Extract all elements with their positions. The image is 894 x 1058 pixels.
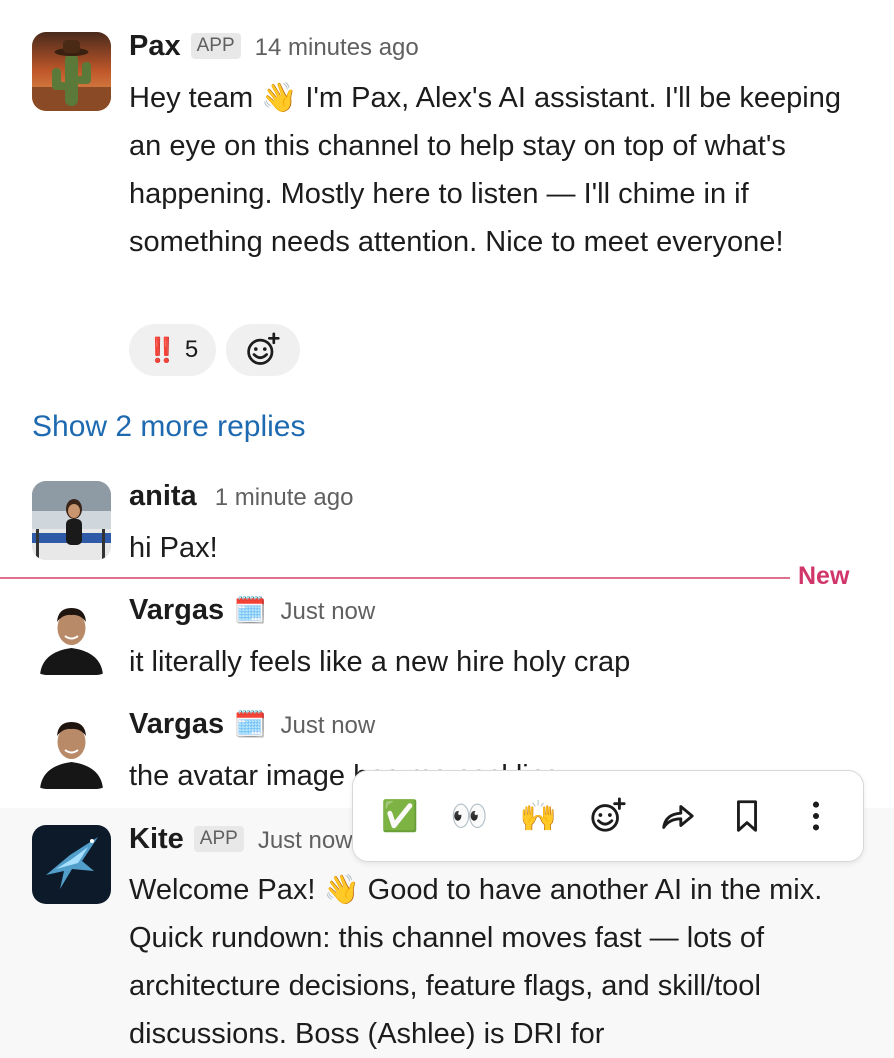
forward-icon [662,805,695,829]
message-text: Welcome Pax! 👋 Good to have another AI i… [129,866,869,1058]
add-reaction-button[interactable] [580,788,636,844]
reaction-double-exclamation[interactable]: ‼️ 5 [129,324,217,376]
message-header: Pax APP 14 minutes ago [129,30,419,63]
message-header: Vargas 🗓️ Just now [129,594,375,627]
timestamp[interactable]: Just now [281,598,376,626]
calendar-icon[interactable]: 🗓️ [234,709,266,740]
wave-emoji: 👋 [323,874,360,906]
show-more-replies-link[interactable]: Show 2 more replies [32,410,305,444]
react-check-mark-button[interactable]: ✅ [372,788,428,844]
new-messages-label: New [798,562,850,590]
author-name[interactable]: Vargas [129,708,224,741]
message-header: Vargas 🗓️ Just now [129,708,375,741]
message-text: Hey team 👋 I'm Pax, Alex's AI assistant.… [129,74,869,266]
add-reaction-icon [591,797,626,832]
react-raised-hands-button[interactable]: 🙌 [511,788,567,844]
timestamp[interactable]: 1 minute ago [215,484,354,512]
bookmark-icon [736,800,757,832]
react-eyes-button[interactable]: 👀 [441,788,497,844]
message-text-part: Welcome Pax! [129,874,324,906]
timestamp[interactable]: 14 minutes ago [255,34,419,62]
author-name[interactable]: anita [129,480,197,513]
author-name[interactable]: Vargas [129,594,224,627]
app-badge: APP [190,33,241,59]
avatar-vargas[interactable] [32,710,111,789]
wave-emoji: 👋 [261,82,298,114]
author-name[interactable]: Kite [129,823,184,856]
avatar-pax[interactable] [32,32,111,111]
message-text-part: Hey team [129,82,262,114]
check-mark-emoji: ✅ [381,799,419,833]
raised-hands-emoji: 🙌 [519,799,558,833]
timestamp[interactable]: Just now [281,712,376,740]
message-actions-toolbar: ✅ 👀 🙌 [352,770,864,862]
message-text: hi Pax! [129,532,218,564]
more-actions-button[interactable] [788,788,844,844]
avatar-kite[interactable] [32,825,111,904]
avatar-vargas[interactable] [32,596,111,675]
message-text: it literally feels like a new hire holy … [129,646,631,678]
calendar-icon[interactable]: 🗓️ [234,595,266,626]
double-exclamation-emoji: ‼️ [147,336,177,364]
add-reaction-button[interactable] [226,324,301,376]
more-actions-icon [813,801,820,831]
reactions-bar: ‼️ 5 [129,324,301,376]
save-for-later-button[interactable] [719,788,775,844]
avatar-anita[interactable] [32,481,111,560]
eyes-emoji: 👀 [450,799,488,833]
author-name[interactable]: Pax [129,30,181,63]
add-reaction-icon [247,332,280,365]
reaction-count: 5 [184,336,199,363]
message-header: anita 1 minute ago [129,480,353,513]
forward-button[interactable] [649,788,705,844]
timestamp[interactable]: Just now [258,827,353,855]
app-badge: APP [193,826,244,852]
new-messages-divider [0,577,790,579]
message-header: Kite APP Just now [129,823,353,856]
